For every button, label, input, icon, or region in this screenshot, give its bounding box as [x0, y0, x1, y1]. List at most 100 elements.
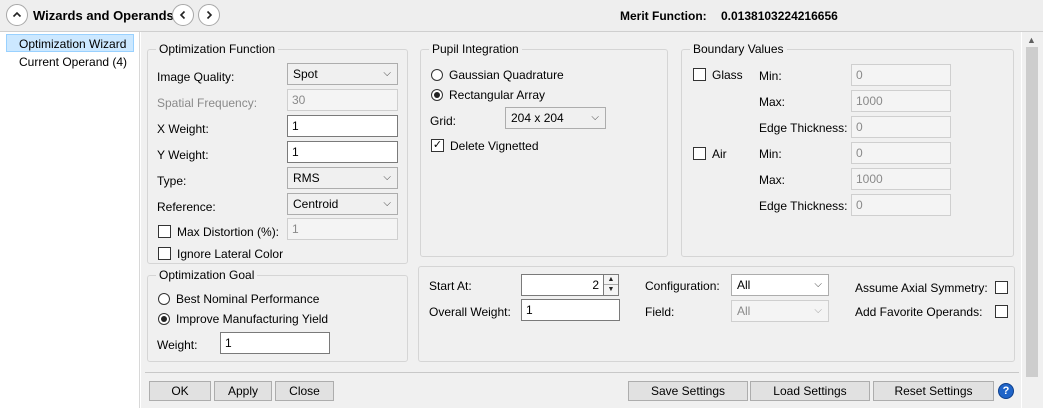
- field-label: Field:: [645, 305, 675, 319]
- select-value: All: [737, 278, 751, 292]
- assume-axial-checkbox[interactable]: [995, 281, 1008, 294]
- apply-button[interactable]: Apply: [214, 381, 272, 401]
- load-settings-button[interactable]: Load Settings: [750, 381, 870, 401]
- start-at-label: Start At:: [429, 279, 472, 293]
- glass-min-label: Min:: [759, 69, 782, 83]
- grid-label: Grid:: [430, 114, 457, 128]
- grid-select[interactable]: 204 x 204 ⌵: [505, 107, 606, 129]
- best-nominal-radio[interactable]: [158, 293, 170, 305]
- wizard-list: Optimization Wizard Current Operand (4): [0, 32, 140, 408]
- panel-title: Wizards and Operands: [33, 8, 174, 23]
- reference-label: Reference:: [157, 200, 216, 214]
- save-settings-button[interactable]: Save Settings: [628, 381, 748, 401]
- field-select[interactable]: All ⌵: [731, 300, 829, 322]
- y-weight-label: Y Weight:: [157, 148, 209, 162]
- chevron-down-icon: ⌵: [591, 112, 599, 123]
- gaussian-quadrature-radio[interactable]: [431, 69, 443, 81]
- select-value: All: [737, 304, 751, 318]
- select-value: Centroid: [293, 197, 339, 211]
- chevron-up-icon: [12, 11, 22, 18]
- spin-up-icon[interactable]: ▲: [604, 275, 618, 285]
- air-edge-label: Edge Thickness:: [759, 199, 848, 213]
- optimization-goal-group: Optimization Goal Best Nominal Performan…: [147, 268, 408, 362]
- glass-edge-input[interactable]: 0: [851, 116, 951, 138]
- y-weight-input[interactable]: 1: [287, 141, 398, 163]
- air-max-label: Max:: [759, 173, 786, 187]
- ignore-lateral-color-checkbox[interactable]: [158, 247, 171, 260]
- pupil-integration-group: Pupil Integration Gaussian Quadrature Re…: [420, 42, 668, 257]
- select-value: RMS: [293, 171, 320, 185]
- help-icon[interactable]: ?: [998, 383, 1014, 399]
- start-at-spinner[interactable]: ▲ ▼: [603, 274, 619, 296]
- air-min-input[interactable]: 0: [851, 142, 951, 164]
- ok-button[interactable]: OK: [149, 381, 211, 401]
- add-favorite-checkbox[interactable]: [995, 305, 1008, 318]
- back-button[interactable]: [172, 4, 194, 26]
- goal-weight-input[interactable]: 1: [220, 332, 330, 354]
- max-distortion-checkbox[interactable]: [158, 225, 171, 238]
- list-item-current-operand[interactable]: Current Operand (4): [7, 53, 135, 71]
- glass-max-input[interactable]: 1000: [851, 90, 951, 112]
- glass-label: Glass: [712, 68, 743, 82]
- ignore-lateral-color-label: Ignore Lateral Color: [177, 247, 284, 261]
- image-quality-select[interactable]: Spot ⌵: [287, 63, 398, 85]
- glass-checkbox[interactable]: [693, 68, 706, 81]
- group-title: Optimization Function: [156, 42, 279, 56]
- general-settings-group: Start At: 2 ▲ ▼ Overall Weight: 1 Config…: [418, 266, 1015, 362]
- glass-edge-label: Edge Thickness:: [759, 121, 848, 135]
- group-title: Boundary Values: [690, 42, 787, 56]
- x-weight-label: X Weight:: [157, 122, 209, 136]
- air-edge-input[interactable]: 0: [851, 194, 951, 216]
- air-min-label: Min:: [759, 147, 782, 161]
- improve-yield-radio[interactable]: [158, 313, 170, 325]
- spin-down-icon[interactable]: ▼: [604, 285, 618, 295]
- add-favorite-label: Add Favorite Operands:: [855, 305, 983, 319]
- air-checkbox[interactable]: [693, 147, 706, 160]
- glass-min-input[interactable]: 0: [851, 64, 951, 86]
- best-nominal-label: Best Nominal Performance: [176, 292, 320, 306]
- select-value: Spot: [293, 67, 318, 81]
- delete-vignetted-label: Delete Vignetted: [450, 139, 539, 153]
- max-distortion-input[interactable]: 1: [287, 218, 398, 240]
- chevron-down-icon: ⌵: [383, 68, 391, 79]
- merit-function-value: 0.0138103224216656: [721, 9, 838, 23]
- type-select[interactable]: RMS ⌵: [287, 167, 398, 189]
- merit-function-label: Merit Function:: [620, 9, 707, 23]
- assume-axial-label: Assume Axial Symmetry:: [855, 281, 988, 295]
- gaussian-quadrature-label: Gaussian Quadrature: [449, 68, 564, 82]
- x-weight-input[interactable]: 1: [287, 115, 398, 137]
- chevron-left-icon: [179, 10, 186, 20]
- goal-weight-label: Weight:: [157, 338, 198, 352]
- chevron-down-icon: ⌵: [814, 279, 822, 290]
- scroll-up-icon[interactable]: ▲: [1027, 35, 1036, 45]
- spatial-frequency-input[interactable]: 30: [287, 89, 398, 111]
- chevron-down-icon: ⌵: [383, 198, 391, 209]
- list-item-optimization-wizard[interactable]: Optimization Wizard: [6, 34, 134, 52]
- start-at-input[interactable]: 2: [521, 274, 604, 296]
- improve-yield-label: Improve Manufacturing Yield: [176, 312, 329, 326]
- configuration-select[interactable]: All ⌵: [731, 274, 829, 296]
- forward-button[interactable]: [198, 4, 220, 26]
- collapse-button[interactable]: [6, 4, 28, 26]
- reference-select[interactable]: Centroid ⌵: [287, 193, 398, 215]
- image-quality-label: Image Quality:: [157, 70, 235, 84]
- vertical-scrollbar[interactable]: ▲: [1022, 32, 1043, 408]
- air-label: Air: [712, 147, 727, 161]
- spatial-frequency-label: Spatial Frequency:: [157, 96, 258, 110]
- delete-vignetted-checkbox[interactable]: ✓: [431, 139, 444, 152]
- divider: [145, 372, 1019, 373]
- overall-weight-input[interactable]: 1: [521, 299, 620, 321]
- boundary-values-group: Boundary Values Glass Min: 0 Max: 1000 E…: [681, 42, 1014, 257]
- scrollbar-thumb[interactable]: [1026, 47, 1038, 377]
- select-value: 204 x 204: [511, 111, 564, 125]
- type-label: Type:: [157, 174, 187, 188]
- close-button[interactable]: Close: [275, 381, 334, 401]
- air-max-input[interactable]: 1000: [851, 168, 951, 190]
- wizard-content: Optimization Function Image Quality: Spo…: [141, 32, 1021, 408]
- overall-weight-label: Overall Weight:: [429, 305, 511, 319]
- group-title: Optimization Goal: [156, 268, 258, 282]
- rectangular-array-label: Rectangular Array: [449, 88, 546, 102]
- rectangular-array-radio[interactable]: [431, 89, 443, 101]
- reset-settings-button[interactable]: Reset Settings: [873, 381, 994, 401]
- chevron-right-icon: [206, 10, 213, 20]
